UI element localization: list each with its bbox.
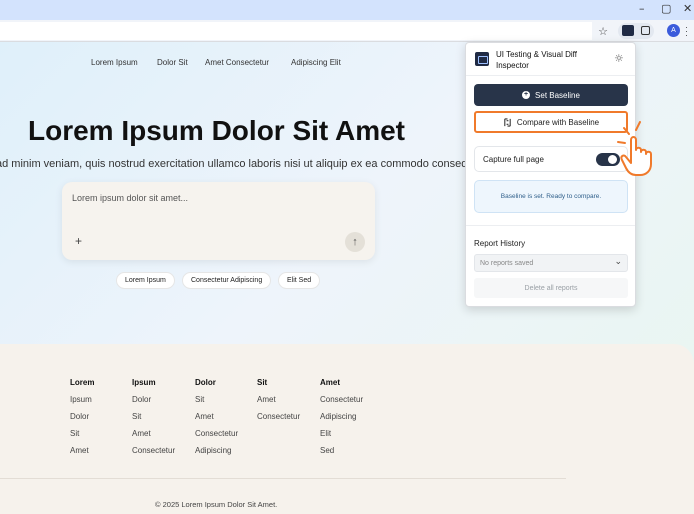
copyright-text: © 2025 Lorem Ipsum Dolor Sit Amet. bbox=[155, 500, 278, 509]
set-baseline-button[interactable]: + Set Baseline bbox=[474, 84, 628, 106]
footer-heading: Ipsum bbox=[132, 378, 156, 387]
footer-link[interactable]: Adipiscing bbox=[195, 446, 238, 455]
footer-column: Sit Amet Consectetur bbox=[257, 378, 300, 429]
site-footer: Lorem Ipsum Dolor Sit Amet Ipsum Dolor S… bbox=[0, 344, 694, 514]
footer-link[interactable]: Elit bbox=[320, 429, 363, 438]
chevron-down-icon: ⌄ bbox=[614, 257, 622, 267]
footer-link[interactable]: Consectetur bbox=[320, 395, 363, 404]
extensions-puzzle-icon[interactable] bbox=[641, 26, 650, 35]
suggestion-chip[interactable]: Lorem Ipsum bbox=[116, 272, 175, 289]
footer-column: Ipsum Dolor Sit Amet Consectetur bbox=[132, 378, 175, 463]
extension-inspector-icon[interactable] bbox=[622, 25, 634, 36]
footer-divider bbox=[0, 478, 566, 479]
footer-link[interactable]: Ipsum bbox=[70, 395, 94, 404]
footer-heading: Dolor bbox=[195, 378, 216, 387]
nav-link[interactable]: Lorem Ipsum bbox=[91, 58, 138, 67]
suggestion-chip[interactable]: Elit Sed bbox=[278, 272, 321, 289]
report-history-value: No reports saved bbox=[480, 259, 534, 267]
prompt-placeholder: Lorem ipsum dolor sit amet... bbox=[72, 193, 189, 203]
attach-plus-icon[interactable]: + bbox=[75, 234, 82, 248]
footer-link[interactable]: Sed bbox=[320, 446, 363, 455]
inspector-logo-icon bbox=[475, 52, 489, 66]
prompt-input[interactable]: Lorem ipsum dolor sit amet... + ↑ bbox=[62, 182, 375, 260]
footer-link[interactable]: Amet bbox=[70, 446, 94, 455]
capture-full-page-row: Capture full page bbox=[474, 146, 628, 172]
browser-menu-icon[interactable]: · · · bbox=[685, 23, 688, 40]
footer-link[interactable]: Adipiscing bbox=[320, 412, 363, 421]
footer-link[interactable]: Consectetur bbox=[195, 429, 238, 438]
browser-titlebar: – ▢ ✕ bbox=[0, 0, 694, 20]
pointer-hand-icon bbox=[617, 121, 652, 176]
hero-subtitle: ad minim veniam, quis nostrud exercitati… bbox=[0, 158, 486, 170]
popup-title: UI Testing & Visual Diff Inspector bbox=[496, 50, 577, 70]
compare-baseline-button[interactable]: Compare with Baseline bbox=[474, 111, 628, 133]
nav-link[interactable]: Amet Consectetur bbox=[205, 58, 269, 67]
suggestion-chip[interactable]: Consectetur Adipiscing bbox=[182, 272, 272, 289]
footer-heading: Amet bbox=[320, 378, 341, 387]
nav-link[interactable]: Dolor Sit bbox=[157, 58, 188, 67]
footer-link[interactable]: Amet bbox=[257, 395, 300, 404]
report-history-heading: Report History bbox=[474, 239, 526, 248]
compare-baseline-label: Compare with Baseline bbox=[516, 117, 600, 127]
delete-all-reports-button[interactable]: Delete all reports bbox=[474, 278, 628, 298]
footer-column: Lorem Ipsum Dolor Sit Amet bbox=[70, 378, 94, 463]
footer-link[interactable]: Amet bbox=[132, 429, 175, 438]
report-history-select[interactable]: No reports saved ⌄ bbox=[474, 254, 628, 272]
theme-sun-icon[interactable]: ☼ bbox=[614, 52, 624, 65]
footer-heading: Sit bbox=[257, 378, 268, 387]
extension-popup: UI Testing & Visual Diff Inspector ☼ + S… bbox=[465, 42, 636, 307]
compare-icon bbox=[504, 117, 511, 127]
footer-column: Amet Consectetur Adipiscing Elit Sed bbox=[320, 378, 363, 463]
maximize-button[interactable]: ▢ bbox=[661, 3, 671, 15]
footer-link[interactable]: Consectetur bbox=[257, 412, 300, 421]
footer-link[interactable]: Dolor bbox=[132, 395, 175, 404]
footer-link[interactable]: Sit bbox=[70, 429, 94, 438]
footer-heading: Lorem bbox=[70, 378, 95, 387]
capture-full-page-label: Capture full page bbox=[483, 155, 544, 164]
footer-link[interactable]: Dolor bbox=[70, 412, 94, 421]
address-bar[interactable] bbox=[0, 22, 592, 40]
footer-link[interactable]: Sit bbox=[195, 395, 238, 404]
nav-link[interactable]: Adipiscing Elit bbox=[291, 58, 341, 67]
hero-title: Lorem Ipsum Dolor Sit Amet bbox=[28, 115, 406, 146]
divider bbox=[466, 225, 635, 226]
send-arrow-icon[interactable]: ↑ bbox=[345, 232, 365, 252]
footer-link[interactable]: Amet bbox=[195, 412, 238, 421]
profile-avatar[interactable]: A bbox=[667, 24, 680, 37]
bookmark-star-icon[interactable]: ☆ bbox=[596, 24, 610, 38]
footer-link[interactable]: Consectetur bbox=[132, 446, 175, 455]
footer-column: Dolor Sit Amet Consectetur Adipiscing bbox=[195, 378, 238, 463]
minimize-button[interactable]: – bbox=[639, 3, 645, 15]
divider bbox=[466, 75, 635, 76]
footer-link[interactable]: Sit bbox=[132, 412, 175, 421]
status-message: Baseline is set. Ready to compare. bbox=[474, 180, 628, 213]
plus-circle-icon: + bbox=[522, 91, 531, 99]
set-baseline-label: Set Baseline bbox=[535, 90, 580, 100]
close-window-button[interactable]: ✕ bbox=[683, 3, 692, 15]
